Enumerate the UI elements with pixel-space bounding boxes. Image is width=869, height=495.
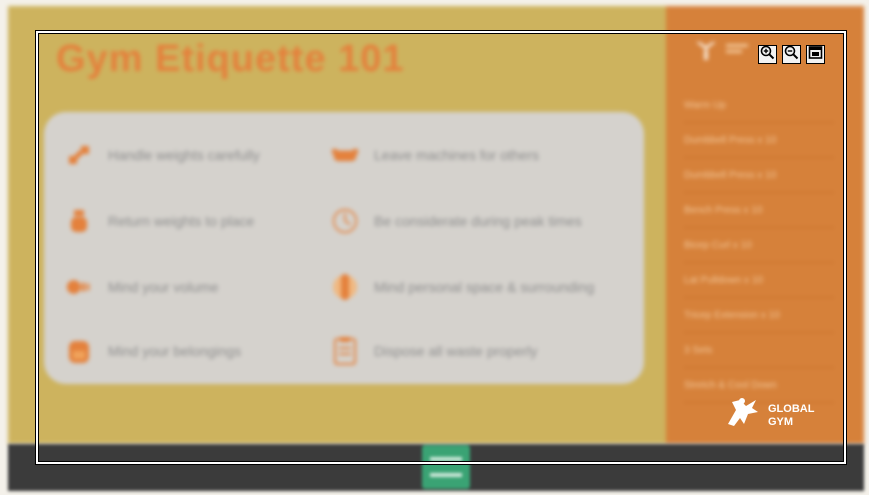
zoom-in-icon — [760, 45, 775, 65]
viewer-toolbar — [758, 45, 825, 64]
zoom-out-button[interactable] — [782, 45, 801, 64]
open-window-icon — [808, 45, 823, 65]
viewer-frame: Gym Etiquette 101 Handle weights careful… — [0, 0, 869, 495]
selection-overlay — [36, 31, 846, 464]
zoom-in-button[interactable] — [758, 45, 777, 64]
zoom-out-icon — [784, 45, 799, 65]
open-window-button[interactable] — [806, 45, 825, 64]
